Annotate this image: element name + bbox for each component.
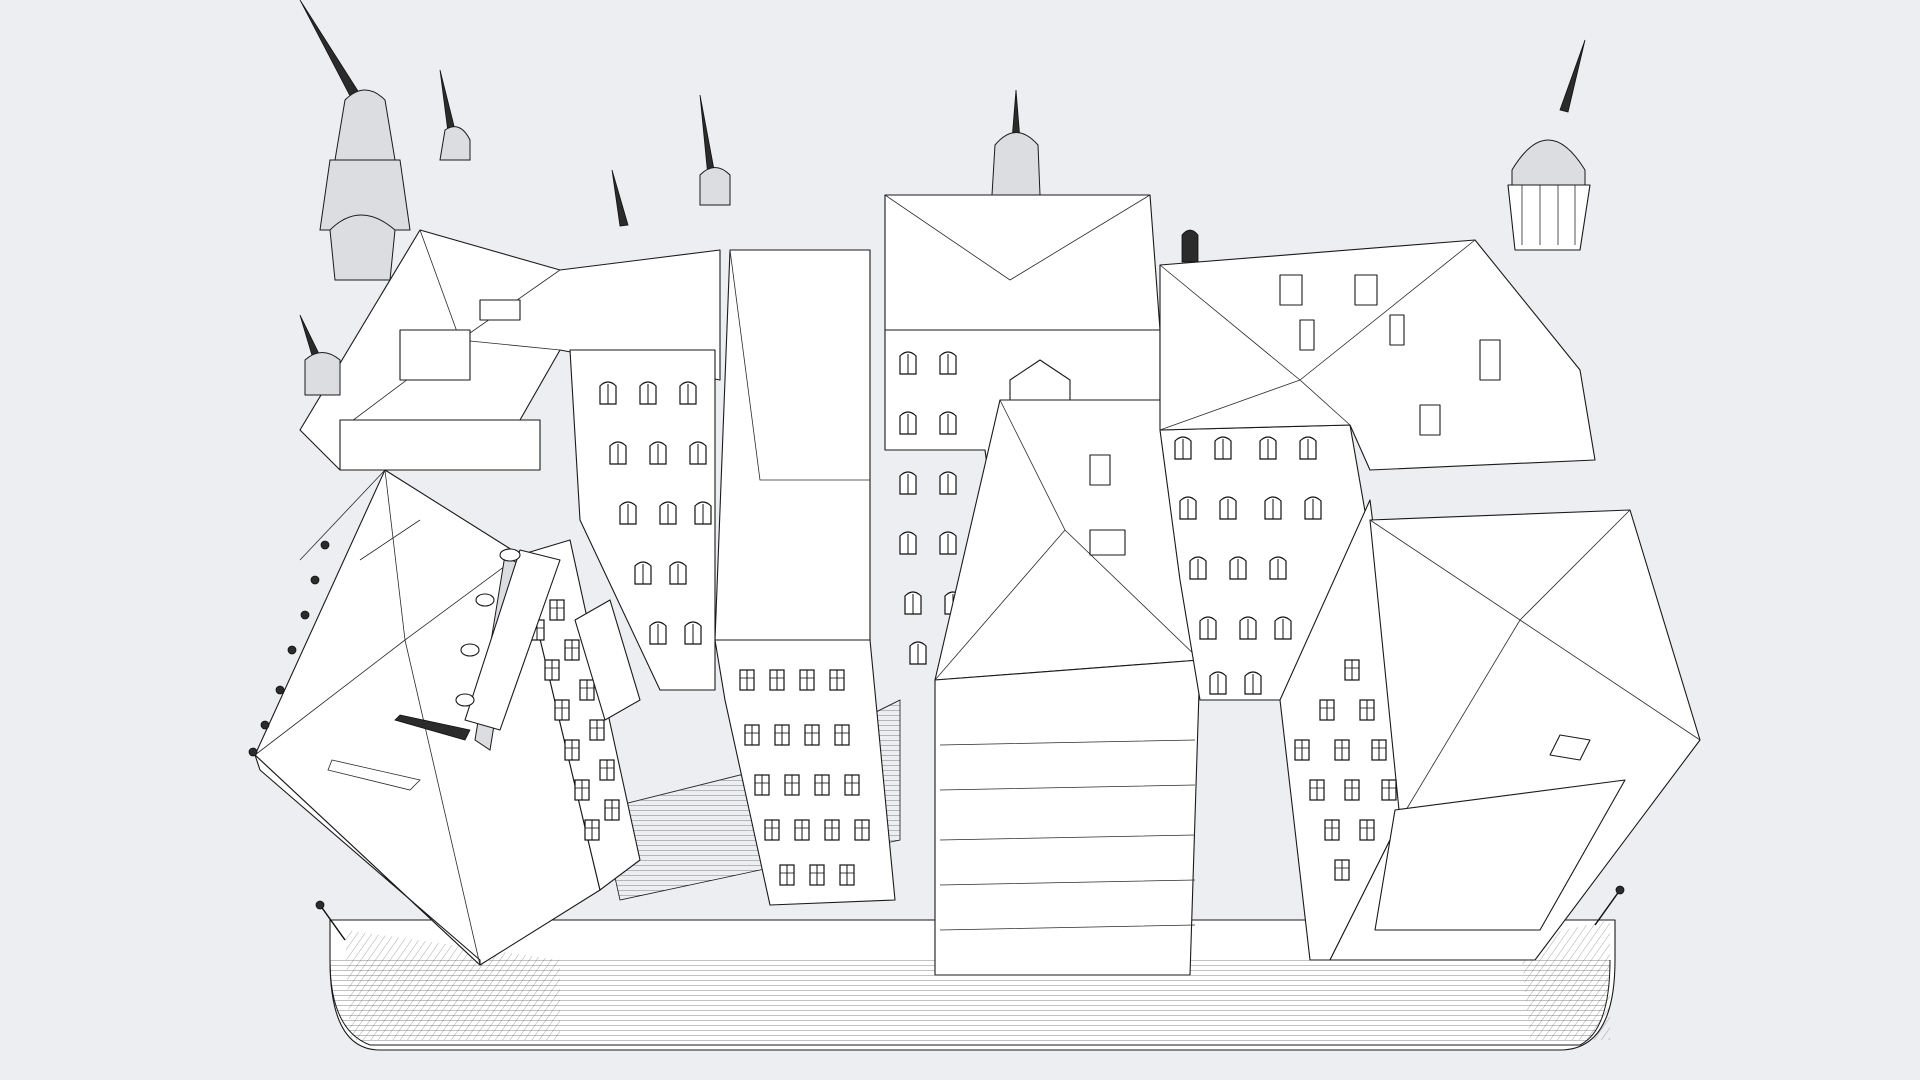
building-line-drawing <box>248 0 1701 1051</box>
center-block <box>884 194 1201 976</box>
right-front-wing <box>1279 499 1701 961</box>
left-front-wing <box>254 469 641 966</box>
model-viewport[interactable] <box>0 0 1920 1080</box>
